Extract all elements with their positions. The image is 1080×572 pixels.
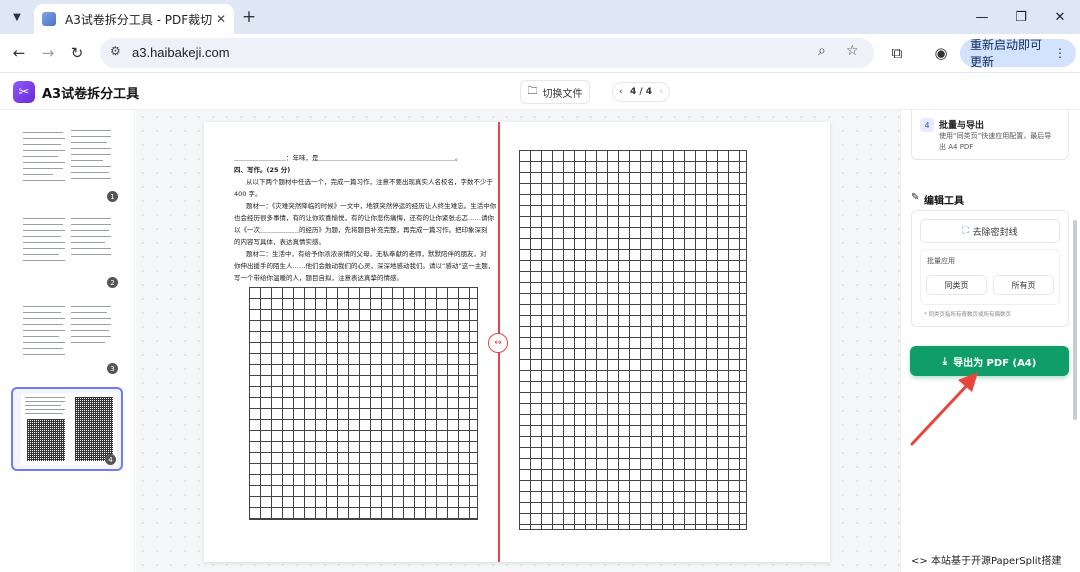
reload-icon[interactable]: ↻ (66, 43, 88, 63)
next-page-button[interactable]: › (659, 87, 663, 97)
app-name: A3试卷拆分工具 (42, 87, 140, 102)
forward-icon[interactable]: → (37, 43, 59, 63)
edit-tools-title: 编辑工具 (924, 196, 964, 207)
minimize-icon[interactable]: — (968, 6, 996, 28)
restore-icon[interactable]: ❐ (1007, 6, 1035, 28)
doc-line: 题材一：《灾难突然降临的时候》一文中，地铁突然停运的经历让人终生难忘。生活中你 (246, 202, 497, 210)
writing-grid-left (249, 287, 478, 520)
switch-file-label: 切换文件 (542, 88, 583, 100)
doc-line: 的内容写具体，表达真情实感。 (234, 238, 325, 246)
code-icon: <> (911, 556, 928, 567)
batch-export-title: 批量与导出 (939, 121, 985, 131)
new-tab-button[interactable]: + (238, 6, 260, 28)
profile-icon[interactable]: ◉ (930, 43, 952, 63)
zoom-icon[interactable]: ⌕ (818, 43, 826, 59)
batch-export-card: 4 批量与导出 使用“同类页”快速应用配置，最后导 出 A4 PDF (911, 110, 1069, 160)
same-pages-button[interactable]: 同类页 (926, 275, 987, 295)
doc-line: 以《一次＿＿＿＿＿＿的经历》为题，先将题目补充完整，再完成一篇习作。把印象深刻 (234, 226, 488, 234)
doc-line: ＿＿＿＿＿＿＿＿：年味，是＿＿＿＿＿＿＿＿＿＿＿＿＿＿＿＿＿＿＿＿＿。 (234, 154, 462, 162)
url-text: a3.haibakeji.com (132, 45, 230, 60)
footer-link[interactable]: <> 本站基于开源PaperSplit搭建 (911, 552, 1061, 567)
scissors-icon: ✂ (13, 81, 35, 103)
batch-apply-group: 批量应用 同类页 所有页 (920, 249, 1060, 305)
batch-apply-label: 批量应用 (927, 257, 955, 265)
thumbnail-preview (19, 298, 115, 370)
app-header: ✂ A3试卷拆分工具 🗀 切换文件 ‹ 4 / 4 › (0, 73, 1080, 110)
page-pager: ‹ 4 / 4 › (612, 82, 670, 102)
thumbnail-preview (21, 393, 117, 465)
footer-label: 本站基于开源PaperSplit搭建 (930, 556, 1062, 567)
remove-seal-label: 去除密封线 (972, 227, 1018, 238)
thumbnail-panel: 1 2 3 4 (0, 110, 135, 572)
page-number-badge: 2 (107, 277, 118, 288)
doc-heading: 四、写作。(25 分) (234, 166, 291, 174)
doc-line: 也会经历很多事情，有的让你欢喜愉悦，有的让你悲伤痛悔，还有的让你紧张忐忑……请你 (234, 214, 494, 222)
doc-line: 你伸出援手的陌生人……他们会触动我们的心灵，深深地感动我们。请以“感动”这一主题… (234, 262, 495, 270)
writing-grid-right (519, 150, 747, 530)
arrow-head (958, 372, 978, 392)
batch-export-desc: 出 A4 PDF (939, 143, 974, 151)
batch-export-desc: 使用“同类页”快速应用配置，最后导 (939, 132, 1052, 140)
page-thumbnail-4[interactable]: 4 (11, 387, 123, 471)
a3-page: ＿＿＿＿＿＿＿＿：年味，是＿＿＿＿＿＿＿＿＿＿＿＿＿＿＿＿＿＿＿＿＿。 四、写作… (204, 122, 830, 562)
page-indicator: 4 / 4 (629, 87, 653, 97)
close-tab-icon[interactable]: ✕ (216, 12, 226, 26)
thumbnail-preview (19, 126, 115, 198)
remove-seal-line-button[interactable]: ⛶ 去除密封线 (920, 219, 1060, 243)
split-handle[interactable]: ↔ (488, 333, 508, 353)
step-badge: 4 (920, 118, 934, 132)
batch-note: * 同类页指所有奇数页或所有偶数页 (924, 312, 1011, 318)
seal-icon: ⛶ (962, 226, 969, 236)
arrow-shaft (910, 378, 974, 446)
page-thumbnail-3[interactable]: 3 (11, 294, 123, 378)
back-icon[interactable]: ← (8, 43, 30, 63)
annotation-arrow (910, 372, 978, 446)
doc-line: 写一个带给你温暖的人，题目自拟，注意表达真挚的情感。 (234, 274, 403, 282)
bookmark-star-icon[interactable]: ☆ (846, 43, 859, 59)
browser-tab[interactable]: A3试卷拆分工具 - PDF裁切、拆 ✕ (34, 4, 234, 34)
thumbnail-preview (19, 212, 115, 284)
all-pages-button[interactable]: 所有页 (993, 275, 1054, 295)
tab-search-button[interactable]: ▼ (6, 7, 28, 27)
edit-tools-card: ⛶ 去除密封线 批量应用 同类页 所有页 * 同类页指所有奇数页或所有偶数页 (911, 210, 1069, 327)
document-canvas: ＿＿＿＿＿＿＿＿：年味，是＿＿＿＿＿＿＿＿＿＿＿＿＿＿＿＿＿＿＿＿＿。 四、写作… (136, 110, 900, 572)
doc-line: 400 字。 (234, 190, 262, 198)
browser-tab-bar: ▼ A3试卷拆分工具 - PDF裁切、拆 ✕ + — ❐ ✕ (0, 0, 1080, 34)
prev-page-button[interactable]: ‹ (619, 87, 623, 97)
tools-panel: 4 批量与导出 使用“同类页”快速应用配置，最后导 出 A4 PDF ✎ 编辑工… (900, 110, 1080, 572)
more-menu-icon[interactable]: ⋮ (1054, 46, 1066, 60)
page-thumbnail-1[interactable]: 1 (11, 122, 123, 206)
browser-toolbar: ← → ↻ ⚙ a3.haibakeji.com ⌕ ☆ ⧉ ◉ 重新启动即可更… (0, 34, 1080, 72)
address-bar[interactable]: ⚙ a3.haibakeji.com ⌕ ☆ (100, 38, 874, 68)
update-button[interactable]: 重新启动即可更新 ⋮ (960, 38, 1076, 69)
favicon-icon (42, 12, 56, 26)
doc-line: 题材二：生活中，有给予你浓浓亲情的父母，无私奉献的老师，默默陪伴的朋友，对 (246, 250, 487, 258)
page-thumbnail-2[interactable]: 2 (11, 208, 123, 292)
folder-icon: 🗀 (527, 85, 538, 97)
page-number-badge: 3 (107, 363, 118, 374)
tab-title: A3试卷拆分工具 - PDF裁切、拆 (65, 12, 212, 27)
right-panel-scrollbar[interactable] (1073, 220, 1077, 420)
close-window-icon[interactable]: ✕ (1046, 6, 1074, 28)
doc-line: 从以下两个题材中任选一个，完成一篇习作，注意不要出现真实人名校名，字数不少于 (246, 178, 493, 186)
update-label: 重新启动即可更新 (970, 38, 1043, 69)
page-number-badge: 1 (107, 191, 118, 202)
extensions-icon[interactable]: ⧉ (886, 43, 908, 63)
switch-file-button[interactable]: 🗀 切换文件 (520, 80, 590, 104)
page-number-badge: 4 (105, 454, 116, 465)
brush-icon: ✎ (911, 192, 920, 203)
site-info-icon[interactable]: ⚙ (110, 44, 121, 58)
chevron-down-icon: ▼ (13, 11, 21, 23)
